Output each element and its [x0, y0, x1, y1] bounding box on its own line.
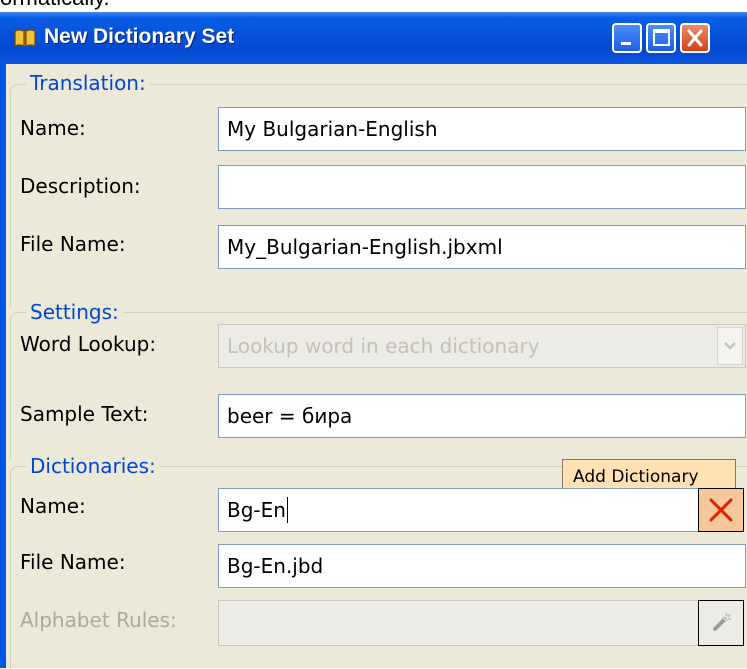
alphabet-rules-input[interactable] — [218, 600, 700, 646]
dialog-window: New Dictionary Set Translation: Name: My… — [0, 12, 747, 669]
minimize-icon — [621, 42, 631, 45]
alphabet-rules-button[interactable] — [698, 600, 744, 646]
maximize-button[interactable] — [646, 23, 676, 53]
translation-name-input[interactable]: My Bulgarian-English — [218, 107, 746, 151]
translation-file-name-value: My_Bulgarian-English.jbxml — [227, 235, 503, 259]
sample-text-value: beer = бира — [227, 404, 353, 428]
translation-name-label: Name: — [20, 116, 86, 140]
dictionaries-legend: Dictionaries: — [26, 454, 160, 478]
dictionary-file-name-value: Bg-En.jbd — [227, 554, 324, 578]
translation-legend: Translation: — [26, 71, 150, 95]
title-bar[interactable]: New Dictionary Set — [0, 12, 747, 64]
sample-text-input[interactable]: beer = бира — [218, 394, 746, 438]
alphabet-rules-label: Alphabet Rules: — [20, 608, 177, 632]
minimize-button[interactable] — [612, 23, 642, 53]
dictionary-file-name-label: File Name: — [20, 550, 126, 574]
window-title: New Dictionary Set — [44, 25, 235, 48]
dialog-body: Translation: Name: My Bulgarian-English … — [6, 64, 747, 669]
maximize-icon — [653, 29, 670, 46]
fragment-text: ormatically. — [0, 0, 110, 9]
translation-file-name-input[interactable]: My_Bulgarian-English.jbxml — [218, 225, 746, 269]
close-button[interactable] — [680, 23, 710, 53]
word-lookup-select[interactable]: Lookup word in each dictionary — [218, 324, 746, 368]
dictionary-name-input[interactable]: Bg-En — [218, 488, 700, 532]
translation-name-value: My Bulgarian-English — [227, 117, 438, 141]
word-lookup-value: Lookup word in each dictionary — [227, 334, 540, 358]
word-lookup-label: Word Lookup: — [20, 332, 157, 356]
text-caret — [286, 497, 288, 523]
close-icon — [687, 29, 703, 47]
dictionary-name-value: Bg-En — [227, 498, 286, 522]
translation-file-name-label: File Name: — [20, 232, 126, 256]
dictionary-file-name-input[interactable]: Bg-En.jbd — [218, 544, 746, 588]
red-x-icon — [709, 498, 733, 522]
description-label: Description: — [20, 174, 141, 198]
settings-legend: Settings: — [26, 300, 123, 324]
book-icon — [14, 29, 36, 47]
remove-dictionary-button[interactable] — [698, 488, 744, 532]
chevron-down-icon — [724, 342, 736, 350]
magic-wand-icon — [713, 612, 731, 631]
dropdown-arrow-button[interactable] — [717, 327, 743, 365]
dictionary-name-label: Name: — [20, 494, 86, 518]
sample-text-label: Sample Text: — [20, 402, 149, 426]
description-input[interactable] — [218, 165, 746, 209]
